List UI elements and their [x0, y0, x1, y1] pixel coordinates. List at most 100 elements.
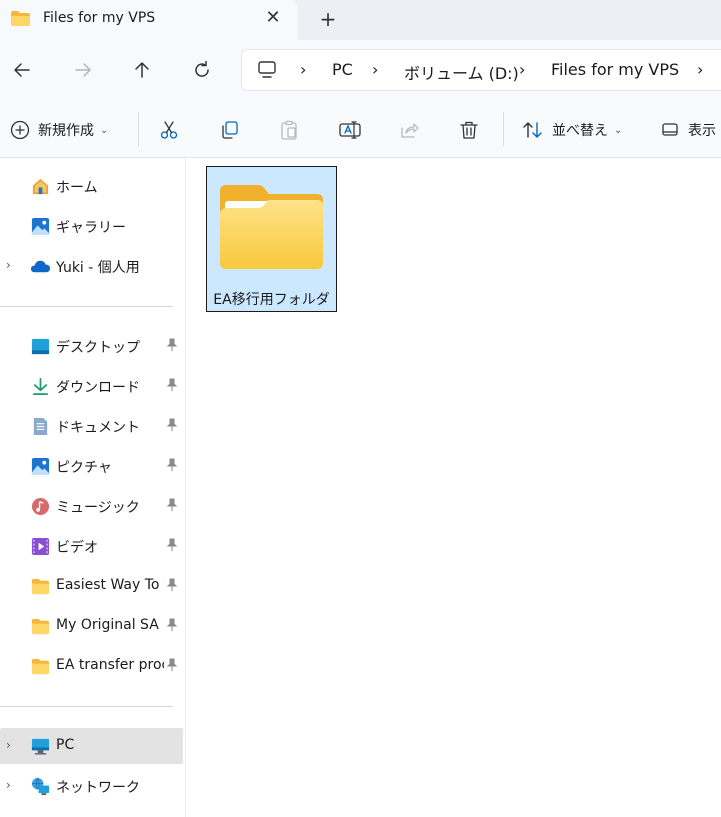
sidebar-item-label: ネットワーク [56, 780, 140, 796]
sidebar-item-label: My Original SA ( [56, 617, 164, 633]
sidebar-item-label: EA transfer proc [56, 657, 164, 673]
sidebar-item-label: ダウンロード [56, 380, 140, 396]
expand-chevron-icon[interactable]: › [6, 738, 11, 752]
desktop-icon [31, 338, 50, 355]
tab-title: Files for my VPS [43, 10, 156, 26]
toolbar-divider [503, 112, 504, 146]
sidebar-item-easiest-way[interactable]: Easiest Way To T [0, 568, 183, 604]
sidebar-item-ea-transfer[interactable]: EA transfer proc [0, 648, 183, 684]
folder-name: EA移行用フォルダ [213, 292, 330, 308]
sidebar-item-network[interactable]: › ネットワーク [0, 768, 183, 804]
new-button-label: 新規作成 [38, 123, 94, 139]
breadcrumb-pc[interactable]: PC [332, 60, 353, 79]
sidebar-item-music[interactable]: ミュージック [0, 488, 183, 524]
sidebar-item-home[interactable]: ホーム [0, 168, 183, 204]
navigation-bar: › PC › ボリューム (D:) › Files for my VPS › [0, 40, 721, 100]
breadcrumb-files-for-my-vps[interactable]: Files for my VPS [551, 60, 679, 79]
copy-button[interactable] [219, 116, 239, 144]
document-icon [33, 417, 48, 436]
folder-item[interactable]: EA移行用フォルダ [206, 166, 337, 312]
pin-icon[interactable] [165, 338, 179, 352]
gallery-icon [31, 217, 50, 236]
sidebar-item-desktop[interactable]: デスクトップ [0, 328, 183, 364]
large-folder-icon [220, 185, 323, 269]
expand-chevron-icon[interactable]: › [6, 258, 11, 272]
pin-icon[interactable] [165, 538, 179, 552]
sort-arrows-icon [523, 122, 542, 138]
sidebar-item-label: ホーム [56, 180, 98, 196]
paste-button[interactable] [279, 116, 299, 144]
view-button[interactable]: 表示 [660, 116, 716, 144]
pin-icon[interactable] [165, 498, 179, 512]
sidebar-item-videos[interactable]: ビデオ [0, 528, 183, 564]
sidebar-item-label: ギャラリー [56, 220, 126, 236]
command-toolbar: 新規作成 ⌄ 並べ替え ⌄ 表示 [0, 100, 721, 158]
delete-button[interactable] [459, 116, 479, 144]
chevron-down-icon: ⌄ [100, 124, 109, 136]
sidebar-item-documents[interactable]: ドキュメント [0, 408, 183, 444]
share-button[interactable] [399, 116, 419, 144]
sidebar-divider [0, 706, 173, 707]
up-arrow-icon [135, 62, 149, 78]
cut-button[interactable] [159, 116, 179, 144]
sidebar-item-label: Yuki - 個人用 [56, 260, 140, 276]
breadcrumb-separator[interactable]: › [300, 60, 306, 79]
plus-circle-icon [10, 120, 30, 140]
sidebar-item-downloads[interactable]: ダウンロード [0, 368, 183, 404]
chevron-down-icon: ⌄ [614, 124, 623, 136]
folder-icon [31, 618, 50, 635]
pc-monitor-icon[interactable] [257, 60, 277, 80]
pin-icon[interactable] [165, 658, 179, 672]
view-layout-icon [662, 123, 678, 136]
sidebar-item-label: ビデオ [56, 540, 98, 556]
sidebar-item-gallery[interactable]: ギャラリー [0, 208, 183, 244]
pin-icon[interactable] [165, 378, 179, 392]
new-button[interactable]: 新規作成 ⌄ [10, 116, 108, 144]
pin-icon[interactable] [165, 458, 179, 472]
pin-icon[interactable] [165, 418, 179, 432]
sidebar-item-my-original-sa[interactable]: My Original SA ( [0, 608, 183, 644]
onedrive-cloud-icon [31, 260, 50, 273]
refresh-button[interactable] [189, 57, 215, 83]
share-icon [401, 123, 419, 138]
pc-icon [31, 738, 50, 755]
folder-icon [11, 11, 30, 26]
breadcrumb-separator[interactable]: › [697, 60, 703, 79]
forward-arrow-icon [75, 63, 91, 77]
sidebar-item-label: ミュージック [56, 500, 140, 516]
tab-bar: Files for my VPS ✕ + [0, 0, 721, 40]
tab-files-for-my-vps[interactable]: Files for my VPS ✕ [0, 0, 298, 40]
forward-button[interactable] [70, 57, 96, 83]
sidebar-item-label: ピクチャ [56, 460, 112, 476]
new-tab-button[interactable]: + [316, 7, 340, 31]
rename-icon [339, 121, 361, 139]
navigation-pane: ホーム ギャラリー › Yuki - 個人用 デスクトップ ダウンロード ドキュ… [0, 158, 186, 817]
download-icon [32, 378, 49, 395]
scissors-icon [160, 121, 178, 139]
toolbar-divider [138, 112, 139, 146]
pin-icon[interactable] [165, 578, 179, 592]
breadcrumb-separator[interactable]: › [372, 60, 378, 79]
sidebar-item-label: PC [56, 737, 75, 753]
back-button[interactable] [9, 57, 35, 83]
pin-icon[interactable] [165, 618, 179, 632]
back-arrow-icon [14, 63, 30, 77]
home-icon [32, 178, 49, 195]
folder-icon [31, 578, 50, 595]
music-icon [31, 497, 50, 516]
address-bar[interactable]: › PC › ボリューム (D:) › Files for my VPS › [241, 49, 721, 91]
up-button[interactable] [129, 57, 155, 83]
view-button-label: 表示 [688, 123, 716, 139]
rename-button[interactable] [339, 116, 361, 144]
close-tab-icon[interactable]: ✕ [262, 7, 284, 29]
breadcrumb-volume-d[interactable]: ボリューム (D:) [404, 60, 519, 84]
file-list-area[interactable]: EA移行用フォルダ [187, 158, 721, 817]
sort-button[interactable]: 並べ替え ⌄ [522, 116, 622, 144]
breadcrumb-separator[interactable]: › [519, 60, 525, 79]
sidebar-item-pc[interactable]: › PC [0, 728, 183, 764]
sidebar-item-onedrive[interactable]: › Yuki - 個人用 [0, 248, 183, 284]
sidebar-item-pictures[interactable]: ピクチャ [0, 448, 183, 484]
video-icon [31, 537, 50, 556]
expand-chevron-icon[interactable]: › [6, 778, 11, 792]
sidebar-item-label: ドキュメント [56, 420, 140, 436]
